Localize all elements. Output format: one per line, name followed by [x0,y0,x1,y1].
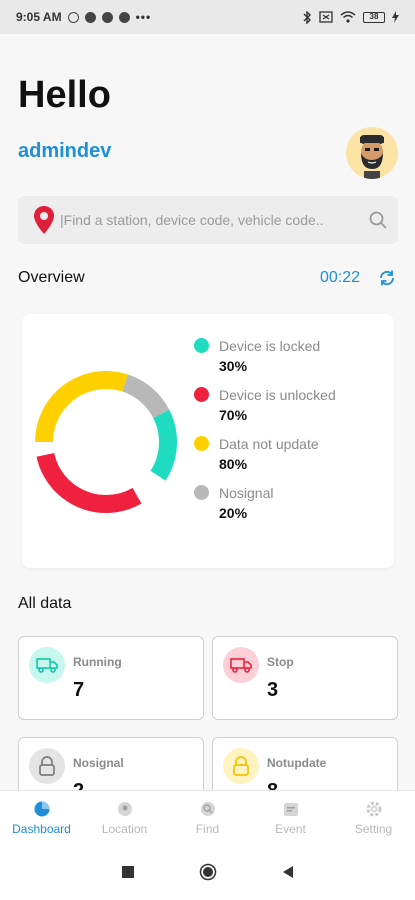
search-icon [200,801,215,816]
chart-legend: Device is locked 30% Device is unlocked … [194,336,336,532]
all-data-title: All data [18,595,72,612]
dashboard-screen: Hello admindev |Find a station, device c… [0,34,415,821]
legend-item: Data not update 80% [194,434,336,474]
charging-icon [392,11,399,23]
donut-segment-nosignal [35,371,177,513]
no-disturb-icon [67,11,79,23]
wifi-icon [340,11,356,23]
stat-label: Nosignal [73,756,124,770]
lock-icon [223,748,259,784]
legend-label: Data not update [219,436,319,452]
avatar[interactable] [346,127,398,179]
legend-item: Device is unlocked 70% [194,385,336,425]
stat-label: Running [73,655,122,669]
refresh-timer: 00:22 [320,269,361,286]
avatar-face-icon [360,135,384,179]
truck-icon [29,647,65,683]
legend-dot-icon [194,338,209,353]
more-notifications-icon: ••• [135,10,152,24]
greeting-title: Hello [18,74,111,116]
nav-item-location[interactable]: Location [83,791,166,844]
nav-item-dashboard[interactable]: Dashboard [0,791,83,844]
system-navigation-bar [0,844,415,900]
lock-icon [29,748,65,784]
location-pin-icon [34,206,54,234]
legend-dot-icon [194,436,209,451]
search-input[interactable]: |Find a station, device code, vehicle co… [60,212,340,228]
nav-item-find[interactable]: Find [166,791,249,844]
event-icon [283,802,298,816]
status-donut-chart [35,371,177,513]
legend-value: 70% [219,407,248,423]
username-label: admindev [18,140,112,162]
stat-label: Notupdate [267,756,327,770]
messenger-icon [118,11,130,23]
nav-label: Find [195,821,220,836]
search-icon[interactable] [368,210,388,230]
stat-card-running[interactable]: Running 7 [18,636,204,720]
home-icon[interactable] [199,863,217,881]
stat-value: 3 [267,679,279,701]
nav-item-setting[interactable]: Setting [332,791,415,844]
nav-label: Event [275,821,306,836]
back-icon[interactable] [281,865,295,879]
legend-label: Nosignal [219,485,274,501]
recent-apps-icon[interactable] [121,865,135,879]
messenger-icon [101,11,113,23]
legend-dot-icon [194,387,209,402]
location-icon [117,801,132,816]
donut-segment-device-unlocked [35,371,177,513]
nav-label: Dashboard [12,821,71,836]
overview-title: Overview [18,269,85,286]
bottom-navigation: Dashboard Location Find Event Setting [0,790,415,844]
legend-value: 20% [219,505,248,521]
legend-item: Nosignal 20% [194,483,336,523]
legend-label: Device is unlocked [219,387,336,403]
nav-label: Location [101,821,148,836]
nav-item-event[interactable]: Event [249,791,332,844]
stat-card-stop[interactable]: Stop 3 [212,636,398,720]
stat-value: 7 [73,679,85,701]
refresh-icon[interactable] [378,269,396,287]
battery-icon: 38 [363,11,385,23]
overview-chart-card: Device is locked 30% Device is unlocked … [22,314,394,568]
legend-dot-icon [194,485,209,500]
gear-icon [366,801,381,816]
legend-value: 80% [219,456,248,472]
legend-value: 30% [219,358,248,374]
search-bar[interactable]: |Find a station, device code, vehicle co… [18,196,398,244]
messenger-icon [84,11,96,23]
bluetooth-icon [303,10,311,24]
status-bar: 9:05 AM ••• 38 [0,0,415,34]
status-time: 9:05 AM [16,10,62,24]
nav-label: Setting [354,821,393,836]
truck-icon [223,647,259,683]
legend-label: Device is locked [219,338,321,354]
dashboard-icon [34,801,49,816]
legend-item: Device is locked 30% [194,336,336,376]
donut-segment-device-locked [35,371,177,513]
sim-icon [319,11,333,23]
stat-label: Stop [267,655,294,669]
